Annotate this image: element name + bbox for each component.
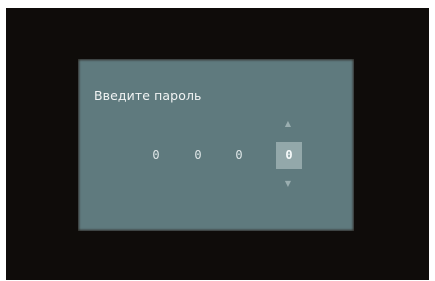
password-dialog: Введите пароль 0 0 0 ▲ 0 ▼ [78, 59, 354, 231]
arrow-up-icon[interactable]: ▲ [282, 119, 294, 129]
password-digit-3[interactable]: 0 [232, 147, 246, 163]
password-digit-1[interactable]: 0 [149, 147, 163, 163]
arrow-down-icon[interactable]: ▼ [282, 179, 294, 189]
password-prompt: Введите пароль [94, 88, 202, 103]
password-digit-2[interactable]: 0 [191, 147, 205, 163]
password-digit-4[interactable]: 0 [276, 142, 302, 169]
tv-screen: Введите пароль 0 0 0 ▲ 0 ▼ [6, 8, 429, 280]
